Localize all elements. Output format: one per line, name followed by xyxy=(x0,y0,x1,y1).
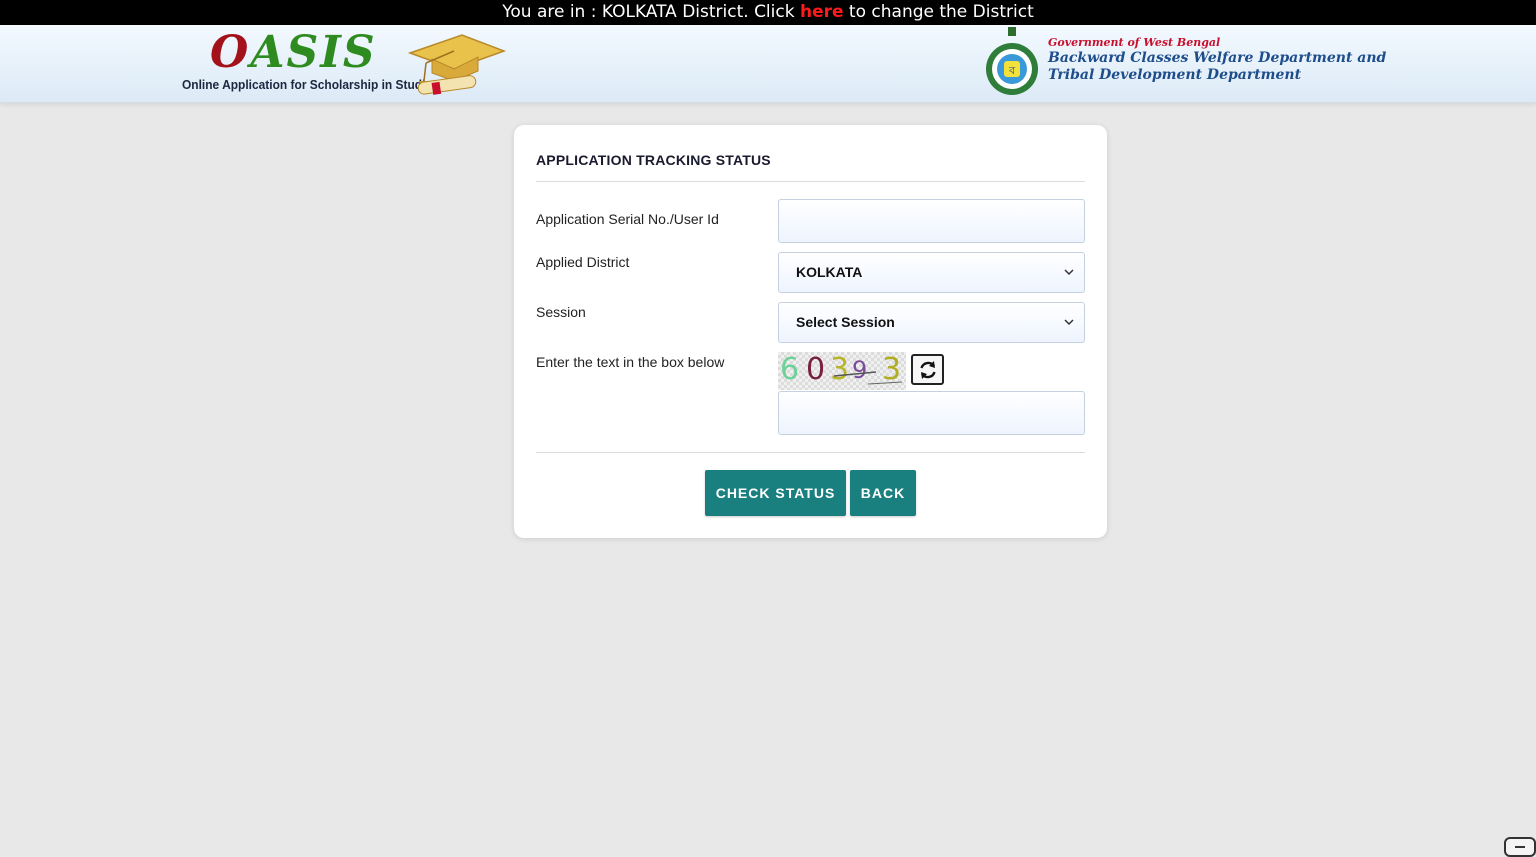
chevron-down-icon xyxy=(1064,253,1074,308)
serial-label: Application Serial No./User Id xyxy=(536,211,719,227)
west-bengal-emblem-icon: ব xyxy=(986,27,1038,95)
refresh-icon xyxy=(919,360,936,379)
department-name-line2: Tribal Development Department xyxy=(1048,67,1302,83)
session-label: Session xyxy=(536,304,586,320)
title-divider xyxy=(536,181,1085,182)
card-title: APPLICATION TRACKING STATUS xyxy=(536,152,771,168)
tracking-status-card: APPLICATION TRACKING STATUS Application … xyxy=(514,125,1107,538)
site-header: OASIS Online Application for Scholarship… xyxy=(0,25,1536,103)
change-district-link[interactable]: here xyxy=(800,2,844,22)
district-select[interactable]: KOLKATA xyxy=(778,252,1085,293)
captcha-input[interactable] xyxy=(778,391,1085,435)
district-bar: You are in : KOLKATA District. Click her… xyxy=(0,0,1536,25)
government-branding: ব Government of West Bengal Backward Cla… xyxy=(984,27,1414,101)
serial-input[interactable] xyxy=(778,199,1085,243)
back-button[interactable]: BACK xyxy=(850,470,916,516)
district-label: Applied District xyxy=(536,254,630,270)
district-selected-value: KOLKATA xyxy=(796,264,863,280)
floating-widget-button[interactable] xyxy=(1504,837,1536,857)
district-bar-prefix: You are in : KOLKATA District. Click xyxy=(502,2,800,22)
oasis-logo-word: OASIS xyxy=(210,27,377,78)
captcha-label: Enter the text in the box below xyxy=(536,354,725,370)
department-name-line1: Backward Classes Welfare Department and xyxy=(1048,50,1387,66)
oasis-logo-tagline: Online Application for Scholarship in St… xyxy=(182,77,439,92)
session-select[interactable]: Select Session xyxy=(778,302,1085,343)
session-selected-value: Select Session xyxy=(796,314,895,330)
check-status-button[interactable]: CHECK STATUS xyxy=(705,470,846,516)
captcha-image: 6 0 3 9 3 xyxy=(778,352,906,390)
chevron-down-icon xyxy=(1064,303,1074,358)
svg-text:ব: ব xyxy=(1008,64,1016,77)
graduation-cap-icon xyxy=(407,34,506,95)
oasis-logo[interactable]: OASIS Online Application for Scholarship… xyxy=(182,27,512,101)
district-bar-suffix: to change the District xyxy=(843,2,1034,22)
form-divider xyxy=(536,452,1085,453)
captcha-noise-lines xyxy=(833,371,903,385)
gov-name: Government of West Bengal xyxy=(1048,36,1221,49)
captcha-refresh-button[interactable] xyxy=(911,354,944,385)
